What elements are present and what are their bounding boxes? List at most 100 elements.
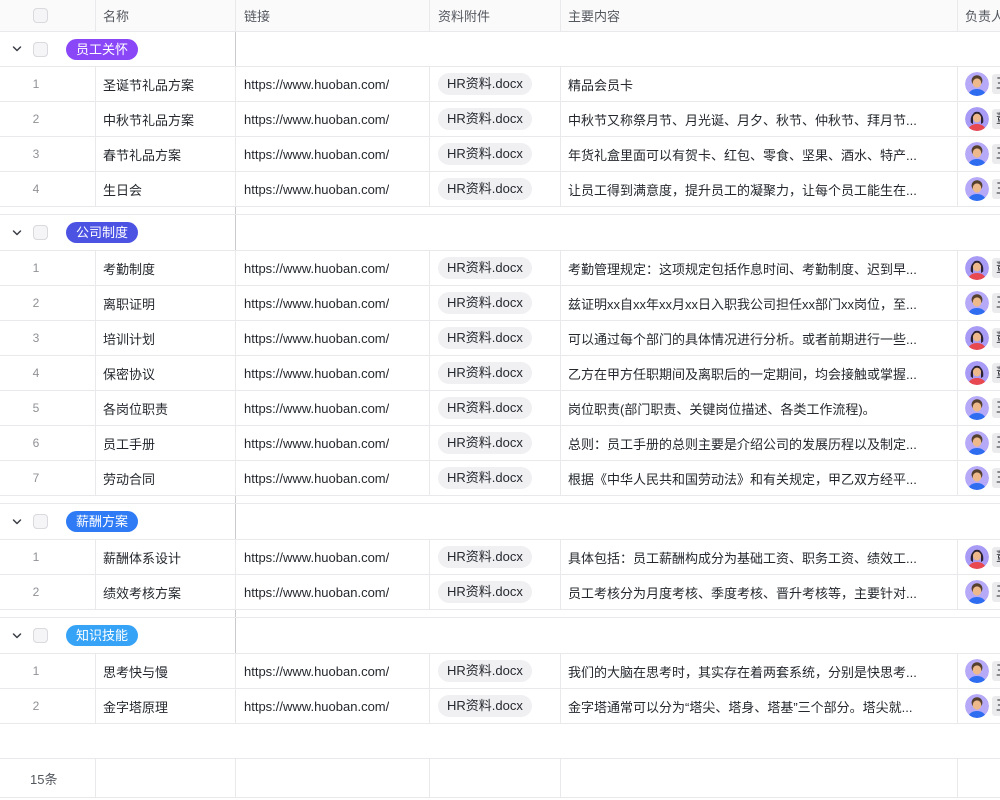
row-index-cell[interactable]: 1 [0, 540, 96, 574]
attachment-cell[interactable]: HR资料.docx [430, 540, 561, 574]
record-link-cell[interactable]: https://www.huoban.com/ [236, 654, 430, 688]
owner-cell[interactable]: 王 [958, 575, 1000, 609]
owner-cell[interactable]: 王 [958, 67, 1000, 101]
row-index-cell[interactable]: 5 [0, 391, 96, 425]
attachment-chip[interactable]: HR资料.docx [438, 546, 532, 568]
group-badge[interactable]: 员工关怀 [66, 39, 138, 60]
row-index-cell[interactable]: 1 [0, 67, 96, 101]
record-name-cell[interactable]: 春节礼品方案 [96, 137, 236, 171]
chevron-down-icon[interactable] [10, 226, 24, 240]
select-all-checkbox[interactable] [33, 8, 48, 23]
owner-cell[interactable]: 王 [958, 286, 1000, 320]
attachment-chip[interactable]: HR资料.docx [438, 432, 532, 454]
record-link[interactable]: https://www.huoban.com/ [244, 664, 389, 679]
record-name-cell[interactable]: 中秋节礼品方案 [96, 102, 236, 136]
record-content-cell[interactable]: 考勤管理规定：这项规定包括作息时间、考勤制度、迟到早... [561, 251, 958, 285]
record-content-cell[interactable]: 根据《中华人民共和国劳动法》和有关规定，甲乙双方经平... [561, 461, 958, 495]
record-name-cell[interactable]: 各岗位职责 [96, 391, 236, 425]
owner-cell[interactable]: 王 [958, 654, 1000, 688]
column-header-owner[interactable]: 负责人 [958, 0, 1000, 31]
owner-cell[interactable]: 董 [958, 321, 1000, 355]
group-select-checkbox[interactable] [33, 628, 48, 643]
attachment-chip[interactable]: HR资料.docx [438, 73, 532, 95]
record-link[interactable]: https://www.huoban.com/ [244, 112, 389, 127]
row-index-cell[interactable]: 3 [0, 137, 96, 171]
record-content-cell[interactable]: 中秋节又称祭月节、月光诞、月夕、秋节、仲秋节、拜月节... [561, 102, 958, 136]
record-content-cell[interactable]: 岗位职责(部门职责、关键岗位描述、各类工作流程)。 [561, 391, 958, 425]
record-name-cell[interactable]: 员工手册 [96, 426, 236, 460]
attachment-chip[interactable]: HR资料.docx [438, 292, 532, 314]
attachment-cell[interactable]: HR资料.docx [430, 461, 561, 495]
record-link-cell[interactable]: https://www.huoban.com/ [236, 391, 430, 425]
attachment-chip[interactable]: HR资料.docx [438, 143, 532, 165]
record-name-cell[interactable]: 劳动合同 [96, 461, 236, 495]
record-content-cell[interactable]: 我们的大脑在思考时，其实存在着两套系统，分别是快思考... [561, 654, 958, 688]
owner-cell[interactable]: 董 [958, 102, 1000, 136]
attachment-cell[interactable]: HR资料.docx [430, 286, 561, 320]
attachment-chip[interactable]: HR资料.docx [438, 178, 532, 200]
attachment-cell[interactable]: HR资料.docx [430, 575, 561, 609]
record-name-cell[interactable]: 生日会 [96, 172, 236, 206]
group-badge[interactable]: 公司制度 [66, 222, 138, 243]
chevron-down-icon[interactable] [10, 515, 24, 529]
group-badge[interactable]: 薪酬方案 [66, 511, 138, 532]
attachment-cell[interactable]: HR资料.docx [430, 102, 561, 136]
record-link-cell[interactable]: https://www.huoban.com/ [236, 356, 430, 390]
record-link[interactable]: https://www.huoban.com/ [244, 366, 389, 381]
attachment-cell[interactable]: HR资料.docx [430, 356, 561, 390]
record-link-cell[interactable]: https://www.huoban.com/ [236, 172, 430, 206]
record-link-cell[interactable]: https://www.huoban.com/ [236, 102, 430, 136]
record-content-cell[interactable]: 金字塔通常可以分为“塔尖、塔身、塔基”三个部分。塔尖就... [561, 689, 958, 723]
record-content-cell[interactable]: 让员工得到满意度，提升员工的凝聚力，让每个员工能生在... [561, 172, 958, 206]
record-link[interactable]: https://www.huoban.com/ [244, 261, 389, 276]
record-content-cell[interactable]: 员工考核分为月度考核、季度考核、晋升考核等，主要针对... [561, 575, 958, 609]
record-link-cell[interactable]: https://www.huoban.com/ [236, 321, 430, 355]
row-index-cell[interactable]: 7 [0, 461, 96, 495]
record-link-cell[interactable]: https://www.huoban.com/ [236, 67, 430, 101]
record-link-cell[interactable]: https://www.huoban.com/ [236, 286, 430, 320]
owner-cell[interactable]: 董 [958, 540, 1000, 574]
record-content-cell[interactable]: 可以通过每个部门的具体情况进行分析。或者前期进行一些... [561, 321, 958, 355]
owner-cell[interactable]: 王 [958, 391, 1000, 425]
row-index-cell[interactable]: 2 [0, 286, 96, 320]
column-header-link[interactable]: 链接 [236, 0, 430, 31]
attachment-cell[interactable]: HR资料.docx [430, 391, 561, 425]
record-link[interactable]: https://www.huoban.com/ [244, 296, 389, 311]
group-badge[interactable]: 知识技能 [66, 625, 138, 646]
record-link[interactable]: https://www.huoban.com/ [244, 331, 389, 346]
record-content-cell[interactable]: 年货礼盒里面可以有贺卡、红包、零食、坚果、酒水、特产... [561, 137, 958, 171]
attachment-chip[interactable]: HR资料.docx [438, 362, 532, 384]
attachment-cell[interactable]: HR资料.docx [430, 321, 561, 355]
attachment-chip[interactable]: HR资料.docx [438, 327, 532, 349]
attachment-cell[interactable]: HR资料.docx [430, 251, 561, 285]
record-content-cell[interactable]: 总则：员工手册的总则主要是介绍公司的发展历程以及制定... [561, 426, 958, 460]
record-name-cell[interactable]: 思考快与慢 [96, 654, 236, 688]
chevron-down-icon[interactable] [10, 42, 24, 56]
record-link[interactable]: https://www.huoban.com/ [244, 401, 389, 416]
select-all-header-cell[interactable] [0, 0, 96, 31]
record-content-cell[interactable]: 乙方在甲方任职期间及离职后的一定期间，均会接触或掌握... [561, 356, 958, 390]
record-link[interactable]: https://www.huoban.com/ [244, 182, 389, 197]
column-header-name[interactable]: 名称 [96, 0, 236, 31]
record-link[interactable]: https://www.huoban.com/ [244, 147, 389, 162]
group-select-checkbox[interactable] [33, 42, 48, 57]
record-name-cell[interactable]: 离职证明 [96, 286, 236, 320]
owner-cell[interactable]: 王 [958, 426, 1000, 460]
owner-cell[interactable]: 董 [958, 356, 1000, 390]
record-name-cell[interactable]: 绩效考核方案 [96, 575, 236, 609]
record-link-cell[interactable]: https://www.huoban.com/ [236, 426, 430, 460]
attachment-cell[interactable]: HR资料.docx [430, 689, 561, 723]
record-name-cell[interactable]: 金字塔原理 [96, 689, 236, 723]
row-index-cell[interactable]: 2 [0, 689, 96, 723]
column-header-attachment[interactable]: 资料附件 [430, 0, 561, 31]
group-select-checkbox[interactable] [33, 225, 48, 240]
record-link[interactable]: https://www.huoban.com/ [244, 585, 389, 600]
row-index-cell[interactable]: 1 [0, 251, 96, 285]
attachment-chip[interactable]: HR资料.docx [438, 660, 532, 682]
column-header-content[interactable]: 主要内容 [561, 0, 958, 31]
attachment-chip[interactable]: HR资料.docx [438, 581, 532, 603]
record-link[interactable]: https://www.huoban.com/ [244, 471, 389, 486]
attachment-cell[interactable]: HR资料.docx [430, 426, 561, 460]
record-name-cell[interactable]: 培训计划 [96, 321, 236, 355]
row-index-cell[interactable]: 2 [0, 575, 96, 609]
